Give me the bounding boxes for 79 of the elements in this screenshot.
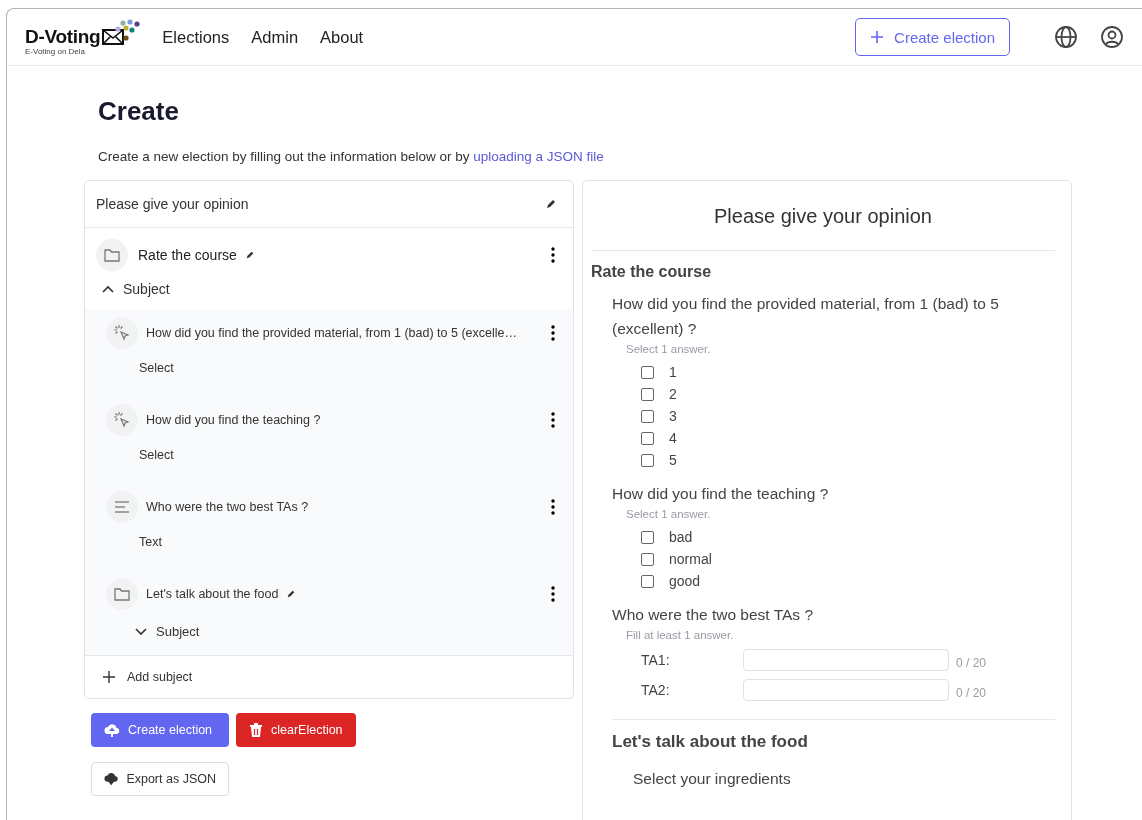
question-hint: Select 1 answer. (626, 343, 712, 355)
checkbox[interactable] (641, 552, 654, 566)
question-title[interactable]: Who were the two best TAs ? (146, 500, 309, 514)
question-title: Who were the two best TAs ? (612, 605, 814, 625)
question-title[interactable]: How did you find the provided material, from 1 (bad) to 5 (excelle… (146, 326, 517, 340)
checkbox[interactable] (641, 530, 654, 544)
election-title[interactable]: Please give your opinion (96, 196, 249, 212)
chevron-up-icon (101, 284, 115, 294)
text-lines-icon (114, 500, 130, 514)
pencil-icon[interactable] (244, 250, 255, 260)
subject-heading: Rate the course (591, 263, 713, 281)
nav-link[interactable]: About (320, 27, 364, 47)
more-icon[interactable] (551, 325, 555, 341)
question-title[interactable]: Let's talk about the food (146, 587, 279, 601)
page-title: Create (98, 96, 180, 127)
clear-election-button[interactable]: clearElection (236, 713, 356, 747)
plus-icon (870, 30, 885, 44)
checkbox[interactable] (641, 431, 654, 445)
create-election-button[interactable]: Create election (855, 18, 1010, 56)
more-icon[interactable] (551, 247, 555, 263)
question-type: Select (139, 361, 175, 375)
chevron-down-icon (134, 626, 148, 637)
question-title: How did you find the teaching ? (612, 484, 830, 504)
checkbox[interactable] (641, 409, 654, 423)
folder-icon (96, 239, 128, 271)
option-label: normal (669, 551, 712, 567)
add-subject-button[interactable]: Add subject (85, 656, 211, 698)
pencil-icon[interactable] (286, 589, 297, 599)
option-label: 2 (669, 386, 677, 402)
intro-text: Create a new election by filling out the information below or by uploading a JSON file (98, 149, 605, 164)
option-label: 4 (669, 430, 677, 446)
nav-link[interactable]: Admin (251, 27, 299, 47)
field-label: TA2: (641, 682, 671, 698)
preview-title: Please give your opinion (713, 205, 933, 228)
logo-subtitle: E-Voting on Dela (25, 47, 86, 56)
question-title: Select your ingredients (633, 769, 792, 789)
more-icon[interactable] (551, 412, 555, 428)
option-label: 1 (669, 364, 677, 380)
checkbox[interactable] (641, 453, 654, 467)
create-election-button[interactable]: Create election (91, 713, 229, 747)
option-label: 3 (669, 408, 677, 424)
subject-toggle[interactable]: Subject (101, 281, 170, 297)
checkbox[interactable] (641, 574, 654, 588)
subject-toggle[interactable]: Subject (134, 624, 200, 639)
cloud-download-icon (104, 771, 119, 787)
checkbox[interactable] (641, 387, 654, 401)
plus-icon (103, 671, 115, 683)
more-icon[interactable] (551, 586, 555, 602)
trash-icon (249, 722, 263, 738)
cursor-click-icon (113, 324, 131, 342)
globe-icon[interactable] (1054, 25, 1078, 49)
folder-icon (114, 587, 130, 601)
checkbox[interactable] (641, 365, 654, 379)
option-label: good (669, 573, 701, 589)
more-icon[interactable] (551, 499, 555, 515)
question-title: How did you find the provided material, from 1 (bad) to 5 (excellent) ? (612, 294, 1000, 339)
character-counter: 0 / 20 (956, 656, 987, 670)
question-title[interactable]: How did you find the teaching ? (146, 413, 321, 427)
character-counter: 0 / 20 (956, 686, 987, 700)
input-field[interactable] (743, 649, 949, 671)
cursor-click-icon (113, 411, 131, 429)
question-type: Text (139, 535, 163, 549)
field-label: TA1: (641, 652, 671, 668)
pencil-icon[interactable] (545, 198, 557, 210)
envelope-dots-logo-icon (102, 18, 143, 48)
question-hint: Fill at least 1 answer. (626, 629, 735, 641)
cloud-upload-icon (104, 722, 120, 738)
option-label: 5 (669, 452, 677, 468)
question-type: Select (139, 448, 175, 462)
question-hint: Select 1 answer. (626, 508, 712, 520)
export-json-button[interactable]: Export as JSON (91, 762, 229, 796)
option-label: bad (669, 529, 693, 545)
nav-link[interactable]: Elections (162, 27, 230, 47)
logo-title[interactable]: D-Voting (25, 26, 101, 48)
subject-title[interactable]: Rate the course (138, 247, 237, 263)
input-field[interactable] (743, 679, 949, 701)
upload-json-link[interactable]: uploading a JSON file (473, 149, 604, 164)
user-icon[interactable] (1100, 25, 1124, 49)
subject-heading: Let's talk about the food (612, 732, 809, 752)
